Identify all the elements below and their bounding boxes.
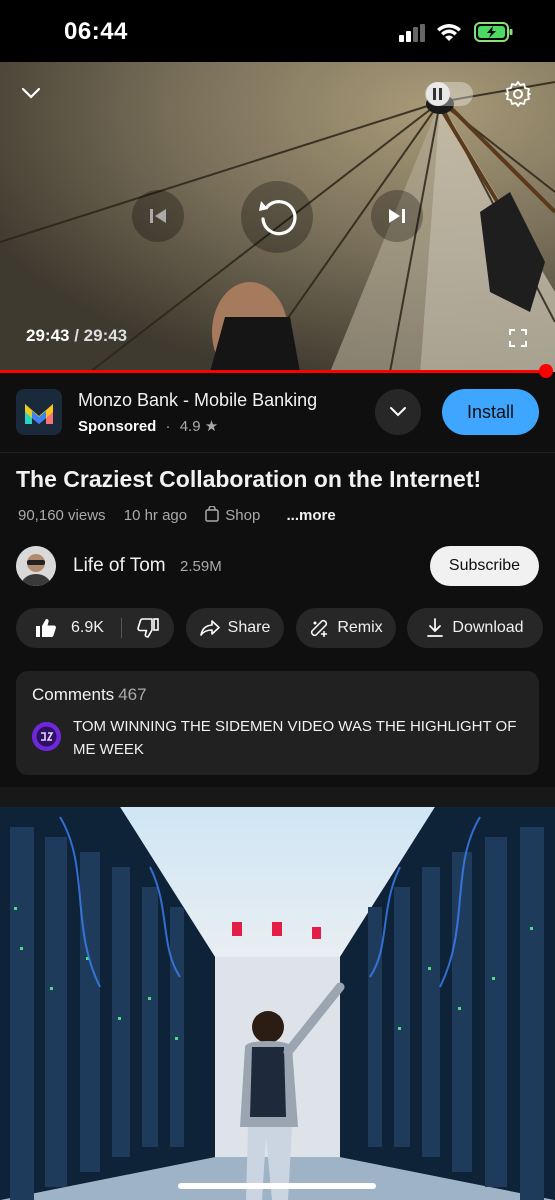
like-button[interactable]: 6.9K [16, 608, 120, 648]
comments-header: Comments 467 [32, 685, 147, 705]
shop-link[interactable]: Shop [205, 505, 278, 524]
video-title[interactable]: The Craziest Collaboration on the Intern… [16, 466, 481, 493]
channel-name[interactable]: Life of Tom [73, 555, 166, 577]
subscriber-count: 2.59M [180, 558, 222, 575]
time-separator: / [69, 326, 84, 345]
progress-scrubber[interactable] [539, 364, 553, 378]
video-meta[interactable]: 90,160 views 10 hr ago Shop ...more [18, 505, 350, 524]
avatar-image [16, 546, 56, 586]
shop-label: Shop [225, 507, 261, 524]
section-divider [0, 787, 555, 807]
duration: 29:43 [83, 326, 128, 345]
dislike-button[interactable] [122, 608, 174, 648]
commenter-avatar [32, 722, 61, 751]
sponsored-label: Sponsored [78, 418, 157, 435]
like-dislike-pill: 6.9K [16, 608, 174, 648]
ad-subtitle: Sponsored · 4.9 ★ [78, 417, 218, 435]
install-button[interactable]: Install [442, 389, 539, 435]
ad-rating: 4.9 [179, 418, 201, 435]
dislike-icon [137, 618, 159, 638]
star-icon: ★ [204, 418, 219, 435]
shop-icon [205, 505, 220, 522]
fullscreen-icon[interactable] [508, 328, 528, 348]
next-button[interactable] [371, 190, 423, 242]
status-time: 06:44 [64, 18, 128, 45]
download-icon [427, 618, 444, 637]
comments-title: Comments [32, 685, 115, 704]
more-link[interactable]: ...more [287, 507, 336, 524]
previous-button[interactable] [132, 190, 184, 242]
download-label: Download [452, 619, 524, 636]
remix-icon [311, 619, 328, 637]
like-count: 6.9K [71, 619, 104, 636]
share-icon [199, 620, 220, 636]
like-icon [36, 619, 56, 637]
home-indicator[interactable] [178, 1183, 376, 1189]
replay-button[interactable] [241, 181, 313, 253]
download-button[interactable]: Download [407, 608, 543, 648]
next-video-thumbnail[interactable] [0, 807, 555, 1200]
previous-icon [150, 209, 166, 223]
share-label: Share [227, 619, 271, 636]
ad-expand-button[interactable] [375, 389, 421, 435]
pause-toggle-icon [426, 82, 450, 106]
remix-label: Remix [337, 619, 383, 636]
comments-section[interactable]: Comments 467 TOM WINNING THE SIDEMEN VIDE… [16, 671, 539, 775]
signal-icon [399, 24, 425, 42]
wifi-icon [437, 24, 461, 41]
autoplay-toggle[interactable] [425, 82, 473, 106]
dot-separator: · [165, 418, 171, 435]
ad-app-logo[interactable] [16, 389, 62, 435]
commenter-avatar-image [32, 722, 61, 751]
upload-age: 10 hr ago [123, 507, 188, 524]
monzo-logo [25, 404, 53, 424]
thumbnail-image [0, 807, 555, 1200]
gear-icon[interactable] [504, 80, 532, 108]
ad-title[interactable]: Monzo Bank - Mobile Banking [78, 390, 317, 411]
top-comment-text: TOM WINNING THE SIDEMEN VIDEO WAS THE HI… [73, 718, 517, 758]
progress-bar[interactable] [0, 370, 546, 373]
chevron-down-icon[interactable] [20, 82, 42, 102]
next-icon [389, 209, 405, 223]
chevron-down-icon [390, 407, 406, 417]
channel-avatar[interactable] [16, 546, 56, 586]
current-time: 29:43 [26, 326, 70, 345]
view-count: 90,160 views [18, 507, 106, 524]
remix-button[interactable]: Remix [296, 608, 396, 648]
replay-icon [259, 200, 297, 236]
subscribe-button[interactable]: Subscribe [430, 546, 539, 586]
share-button[interactable]: Share [186, 608, 284, 648]
battery-icon [474, 22, 513, 42]
comments-count: 467 [118, 685, 147, 704]
video-timecode: 29:43 / 29:43 [26, 326, 127, 346]
divider [0, 452, 555, 453]
